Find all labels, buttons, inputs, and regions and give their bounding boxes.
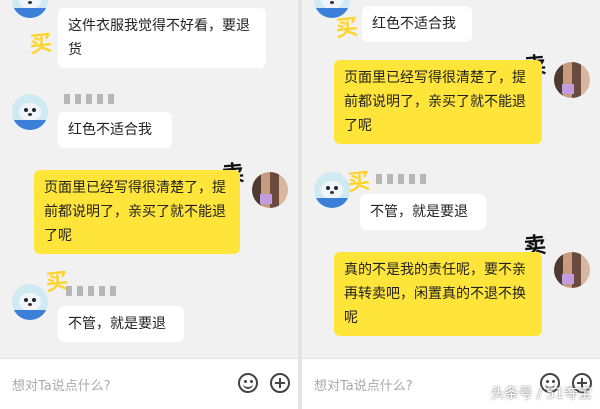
buyer-mark: 买 [334, 14, 360, 43]
blurred-username [64, 94, 114, 104]
blurred-username [66, 286, 116, 296]
message-bubble[interactable]: 这件衣服我觉得不好看，要退货 [58, 8, 266, 68]
buyer-mark: 买 [346, 168, 372, 197]
message-input[interactable]: 想对Ta说点什么? [12, 375, 111, 394]
buyer-avatar[interactable] [12, 284, 48, 320]
message-bubble[interactable]: 页面里已经写得很清楚了，提前都说明了，亲买了就不能退了呢 [334, 60, 542, 144]
buyer-mark: 买 [28, 30, 54, 59]
chat-panel-right: 买 红色不适合我 卖 页面里已经写得很清楚了，提前都说明了，亲买了就不能退了呢 … [302, 0, 600, 409]
emoji-icon[interactable] [238, 373, 258, 393]
buyer-avatar[interactable] [12, 0, 48, 18]
seller-avatar[interactable] [252, 172, 288, 208]
message-input-bar: 想对Ta说点什么? [0, 358, 298, 409]
message-bubble[interactable]: 页面里已经写得很清楚了，提前都说明了，亲买了就不能退了呢 [34, 170, 240, 254]
message-bubble[interactable]: 真的不是我的责任呢，要不亲再转卖吧，闲置真的不退不换呢 [334, 252, 542, 336]
message-bubble[interactable]: 红色不适合我 [58, 112, 172, 148]
seller-avatar[interactable] [554, 62, 590, 98]
buyer-avatar[interactable] [314, 172, 350, 208]
message-bubble[interactable]: 不管，就是要退 [360, 194, 486, 230]
blurred-username [376, 174, 426, 184]
message-input[interactable]: 想对Ta说点什么? [314, 375, 413, 394]
buyer-avatar[interactable] [12, 94, 48, 130]
message-bubble[interactable]: 不管，就是要退 [58, 306, 184, 342]
chat-panel-left: 买 这件衣服我觉得不好看，要退货 红色不适合我 卖 页面里已经写得很清楚了，提前… [0, 0, 298, 409]
seller-avatar[interactable] [554, 252, 590, 288]
plus-icon[interactable] [270, 373, 290, 393]
watermark: 头条号 / 51夺宝 [490, 386, 592, 402]
message-bubble[interactable]: 红色不适合我 [362, 6, 472, 42]
